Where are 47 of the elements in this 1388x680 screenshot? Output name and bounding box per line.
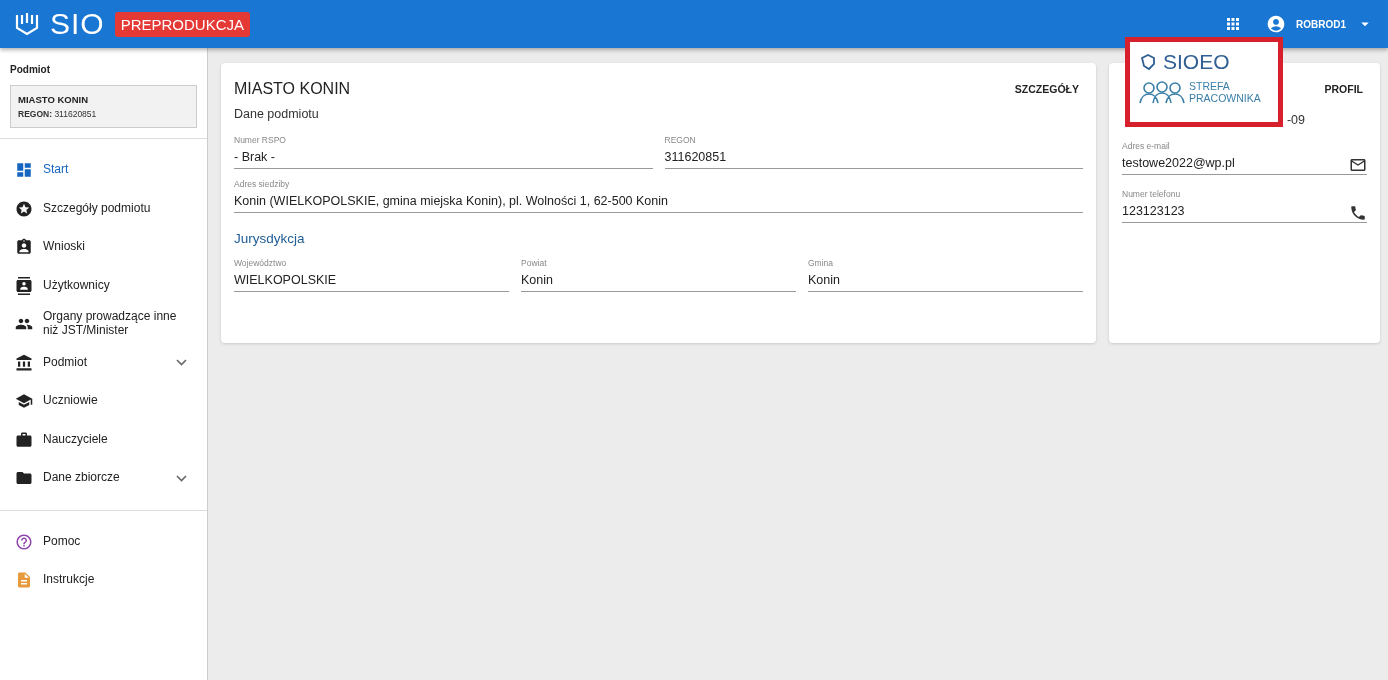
- account-icon[interactable]: [1266, 14, 1286, 34]
- text-field[interactable]: Powiat Konin: [521, 258, 796, 292]
- nav-item[interactable]: Instrukcje: [0, 561, 207, 600]
- expand-icon[interactable]: [176, 474, 187, 482]
- text-field[interactable]: Adres e-mail testowe2022@wp.pl: [1122, 141, 1343, 174]
- nav-item[interactable]: Podmiot: [0, 343, 207, 382]
- text-field[interactable]: REGON 311620851: [664, 135, 1083, 169]
- popup-subtitle: PRACOWNIKA: [1189, 92, 1261, 103]
- details-button[interactable]: SZCZEGÓŁY: [1010, 79, 1083, 99]
- nav-item[interactable]: Organy prowadzące inne niż JST/Minister: [0, 305, 207, 344]
- user-name[interactable]: ROBROD1: [1296, 18, 1346, 30]
- nav-item[interactable]: Pomoc: [0, 522, 207, 561]
- entity-card[interactable]: MIASTO KONIN REGON: 311620851: [10, 85, 197, 128]
- environment-badge: PREPRODUKCJA: [114, 11, 251, 37]
- people-group-icon: [1139, 80, 1185, 104]
- text-field[interactable]: Gmina Konin: [808, 258, 1083, 292]
- star-icon: [15, 199, 33, 218]
- nav-item[interactable]: Start: [0, 151, 207, 190]
- text-field[interactable]: Numer RSPO - Brak -: [234, 135, 653, 169]
- apps-icon[interactable]: [1224, 15, 1242, 33]
- profile-button[interactable]: PROFIL: [1320, 79, 1367, 99]
- popup-title[interactable]: SIOEO: [1163, 50, 1230, 74]
- partial-text: -09: [1286, 113, 1305, 127]
- text-field[interactable]: Numer telefonu 123123123: [1122, 189, 1343, 222]
- mail-icon: [1349, 156, 1367, 174]
- text-field[interactable]: Województwo WIELKOPOLSKIE: [234, 258, 509, 292]
- building-icon: [15, 353, 33, 372]
- nav-item[interactable]: Uczniowie: [0, 382, 207, 421]
- section-heading: Jurysdykcja: [234, 231, 306, 246]
- app-logo: SIO: [50, 7, 105, 41]
- expand-icon[interactable]: [176, 359, 187, 367]
- nav-item[interactable]: Szczegóły podmiotu: [0, 189, 207, 228]
- nav-item[interactable]: Użytkownicy: [0, 266, 207, 305]
- briefcase-icon: [15, 430, 33, 449]
- text-field[interactable]: Adres siedziby Konin (WIELKOPOLSKIE, gmina miejska Konin), pl. Wolności 1, 62-500 Konin: [234, 179, 1083, 213]
- logo-icon: [14, 11, 40, 37]
- nav-item[interactable]: Nauczyciele: [0, 420, 207, 459]
- clipboard-person-icon: [15, 238, 33, 257]
- dashboard-icon: [15, 161, 33, 180]
- section-label: Podmiot: [9, 63, 51, 77]
- card-title: MIASTO KONIN: [234, 80, 351, 98]
- nav-item[interactable]: Wnioski: [0, 228, 207, 267]
- card-subtitle: Dane podmiotu: [234, 107, 320, 121]
- popup-subtitle: STREFA: [1189, 81, 1231, 92]
- contact-card-icon: [15, 276, 33, 295]
- phone-icon: [1349, 204, 1367, 222]
- nav-item[interactable]: Dane zbiorcze: [0, 459, 207, 498]
